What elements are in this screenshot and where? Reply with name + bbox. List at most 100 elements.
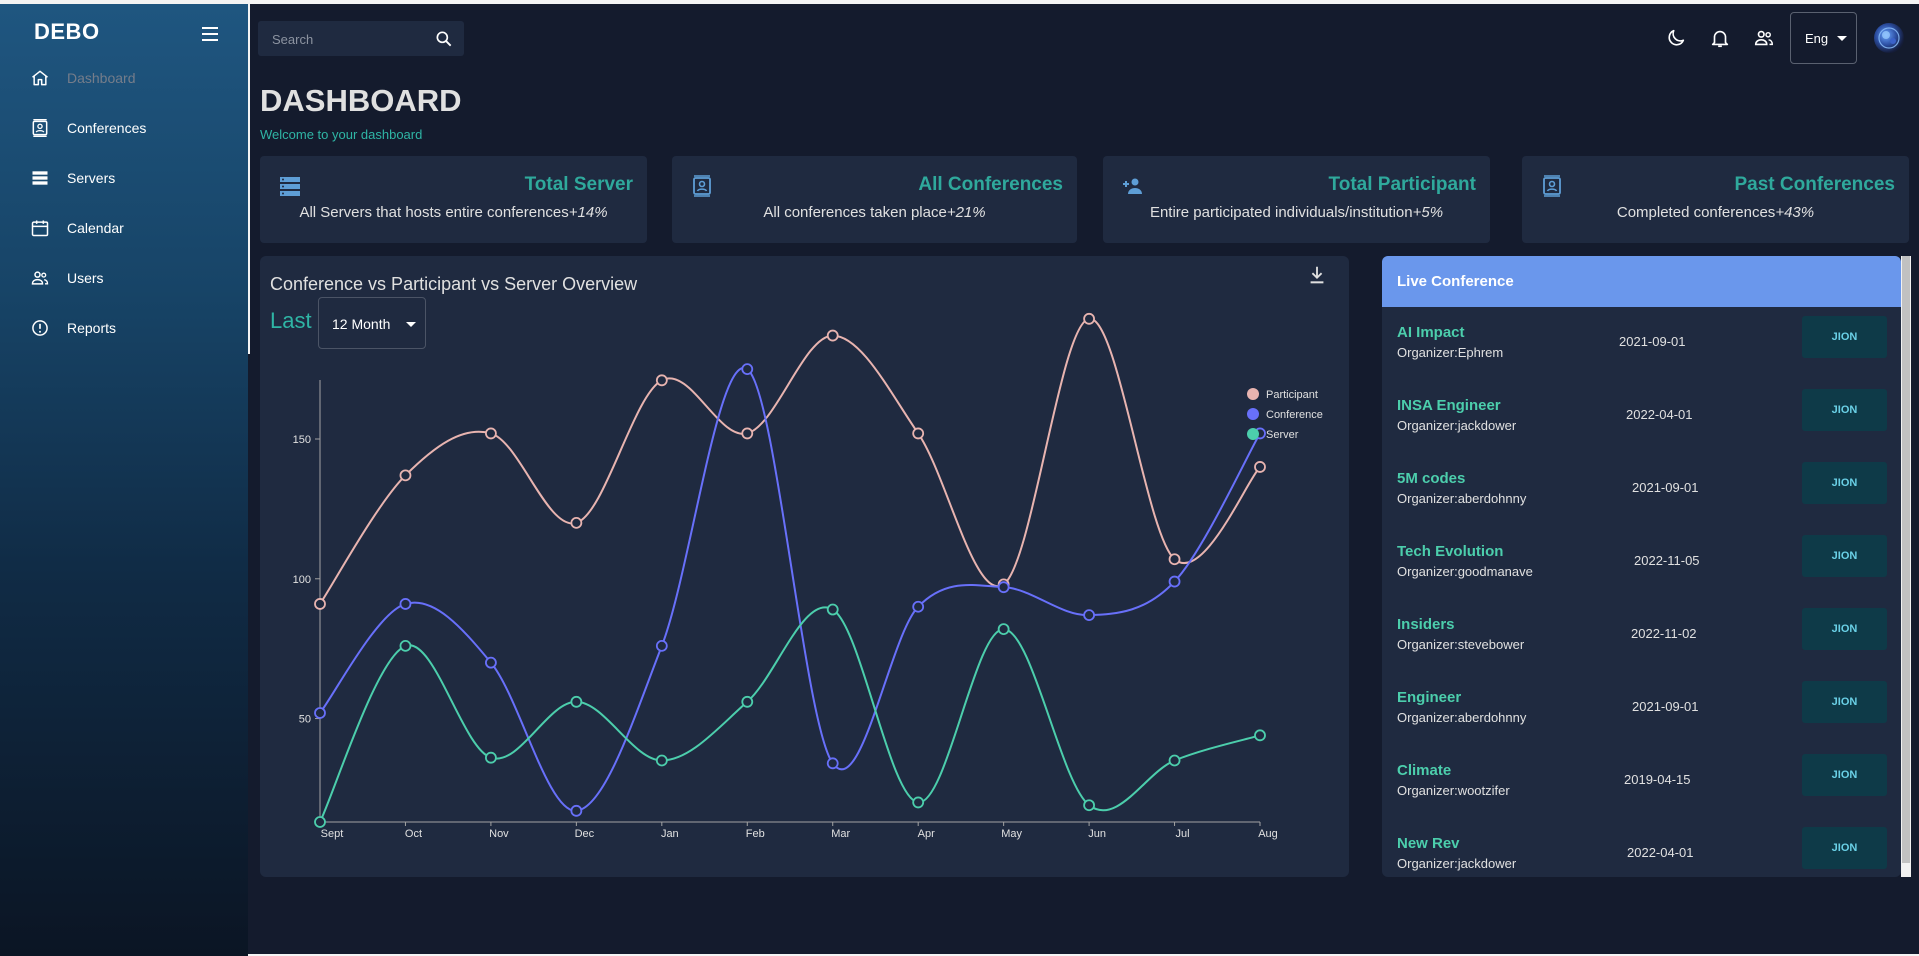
x-tick-label: Apr [918,828,935,840]
search-input[interactable] [272,30,422,48]
chevron-down-icon [406,322,416,327]
y-tick-label: 50 [299,714,311,726]
conference-name[interactable]: Insiders [1397,616,1455,633]
conference-name[interactable]: Tech Evolution [1397,543,1503,560]
search-icon[interactable] [434,29,454,49]
join-button[interactable]: JION [1802,462,1887,504]
sidebar-divider [248,4,250,354]
server-data-point [741,695,754,708]
stat-title: Past Conferences [1734,174,1895,195]
conference-organizer: Organizer:wootzifer [1397,783,1510,798]
hamburger-menu-icon[interactable] [198,22,222,46]
participant-data-point [912,427,925,440]
join-button[interactable]: JION [1802,827,1887,869]
conference-name[interactable]: AI Impact [1397,324,1465,341]
download-icon[interactable] [1306,264,1328,286]
people-icon[interactable] [1753,27,1775,49]
legend-swatch [1247,388,1259,400]
conference-date: 2021-09-01 [1619,334,1686,349]
conference-data-point [570,804,583,817]
conference-name[interactable]: New Rev [1397,835,1460,852]
language-select[interactable]: Eng [1790,12,1857,64]
sidebar-item-calendar[interactable]: Calendar [0,208,248,248]
conference-organizer: Organizer:Ephrem [1397,345,1504,360]
conference-name[interactable]: 5M codes [1397,470,1465,487]
conference-name[interactable]: INSA Engineer [1397,397,1501,414]
person-add-icon [1121,174,1145,198]
list-item: New Rev Organizer:jackdower 2022-04-01 JION [1382,827,1901,877]
join-button[interactable]: JION [1802,316,1887,358]
sidebar-item-label: Reports [67,320,117,336]
conference-data-point [826,757,839,770]
list-item: Climate Organizer:wootzifer 2019-04-15 JION [1382,754,1901,835]
participant-data-point [570,516,583,529]
stat-delta: +21% [946,204,986,221]
x-tick-label: Aug [1258,828,1278,840]
server-data-point [1168,754,1181,767]
join-button[interactable]: JION [1802,681,1887,723]
participant-data-point [1083,312,1095,325]
conference-name[interactable]: Climate [1397,762,1451,779]
stat-delta: +5% [1412,204,1444,221]
x-tick-label: Jun [1088,828,1106,840]
overview-chart-panel: 50 100 150 Sept Oct Nov Dec Jan Feb Mar Apr May Jun J… [260,256,1349,877]
y-tick-label: 150 [293,434,311,446]
live-conference-header: Live Conference [1382,256,1901,307]
conference-data-point [399,598,412,610]
list-item: INSA Engineer Organizer:jackdower 2022-04-… [1382,389,1901,470]
server-data-point [399,639,412,652]
y-tick-label: 100 [293,574,311,586]
conference-organizer: Organizer:goodmanave [1397,564,1533,579]
join-button[interactable]: JION [1802,535,1887,577]
participant-data-point [399,469,412,482]
dark-mode-moon-icon[interactable] [1665,27,1687,49]
server-icon [278,174,302,198]
conference-data-point [485,656,497,669]
stat-card-total-server: Total Server All Servers that hosts enti… [260,156,647,243]
x-tick-label: May [1001,828,1022,840]
conference-date: 2021-09-01 [1632,480,1699,495]
scrollbar-thumb[interactable] [1902,256,1910,863]
stat-title: Total Participant [1328,174,1476,195]
conference-date: 2019-04-15 [1624,772,1691,787]
contact-card-icon [30,118,50,138]
server-data-point [1083,799,1095,812]
calendar-icon [30,218,50,238]
conference-name[interactable]: Engineer [1397,689,1461,706]
server-data-point [826,603,839,616]
server-data-point [655,754,668,767]
stat-card-all-conferences: All Conferences All conferences taken pl… [672,156,1077,243]
notifications-bell-icon[interactable] [1709,27,1731,49]
scrollbar[interactable] [1901,256,1911,877]
users-icon [30,268,50,288]
period-select[interactable]: 12 Month [318,297,426,349]
server-data-point [314,816,326,828]
list-item: Insiders Organizer:stevebower 2022-11-02 JI… [1382,608,1901,689]
live-conference-panel: Live Conference AI Impact Organizer:Ephre… [1382,256,1901,877]
avatar[interactable] [1874,23,1904,53]
sidebar-item-label: Users [67,270,104,286]
stat-card-total-participant: Total Participant Entire participated in… [1103,156,1490,243]
conference-data-point [314,707,326,719]
sidebar-item-label: Dashboard [67,70,136,86]
conference-date: 2022-11-05 [1634,553,1700,568]
join-button[interactable]: JION [1802,608,1887,650]
x-tick-label: Oct [405,828,422,840]
stat-description: Entire participated individuals/institut… [1149,204,1444,221]
stat-title: All Conferences [918,174,1063,195]
participant-data-point [826,329,839,342]
conference-date: 2021-09-01 [1632,699,1699,714]
sidebar-item-conferences[interactable]: Conferences [0,108,248,148]
brand-logo[interactable]: DEBO [34,19,100,45]
sidebar-item-reports[interactable]: Reports [0,308,248,348]
sidebar-item-dashboard[interactable]: Dashboard [0,58,248,98]
conference-organizer: Organizer:aberdohnny [1397,491,1527,506]
stat-description: All Servers that hosts entire conference… [299,204,608,221]
sidebar-item-users[interactable]: Users [0,258,248,298]
list-item: Tech Evolution Organizer:goodmanave 2022-1… [1382,535,1901,616]
x-tick-label: Nov [489,828,509,840]
join-button[interactable]: JION [1802,389,1887,431]
join-button[interactable]: JION [1802,754,1887,796]
list-item: AI Impact Organizer:Ephrem 2021-09-01 JION [1382,316,1901,397]
sidebar-item-servers[interactable]: Servers [0,158,248,198]
